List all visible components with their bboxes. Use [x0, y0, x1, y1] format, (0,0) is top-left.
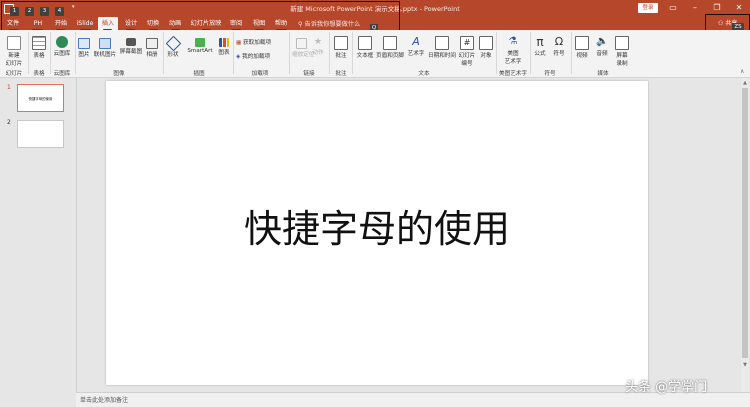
group-label-tables: 表格 — [33, 71, 45, 77]
watermark: 头条 @学掌门 — [625, 380, 708, 395]
group-separator — [496, 32, 497, 74]
meitu-icon: ⚗ — [508, 36, 518, 47]
ribbon-display-icon[interactable]: ▭ — [662, 0, 684, 17]
object-icon — [479, 36, 493, 50]
picture-icon — [78, 38, 90, 49]
header-footer-button[interactable]: 页眉和页脚 — [375, 36, 405, 59]
meitu-wordart-button[interactable]: ⚗ 美图 艺术字 — [500, 36, 526, 65]
chart-icon — [219, 38, 229, 47]
zoom-button[interactable]: 缩放定位 — [292, 38, 314, 58]
store-icon: ▦ — [236, 40, 242, 46]
new-slide-button[interactable]: 新建 幻灯片 — [3, 36, 25, 67]
hash-icon: # — [460, 36, 474, 50]
comment-button[interactable]: 批注 — [332, 36, 350, 59]
group-separator — [352, 32, 353, 74]
group-label-text: 文本 — [418, 71, 430, 77]
collapse-ribbon-icon[interactable]: ∧ — [740, 68, 744, 75]
login-button[interactable]: 登录 — [638, 3, 658, 13]
group-label-images: 图像 — [113, 71, 125, 77]
group-label-addins: 加载项 — [251, 71, 269, 77]
group-separator — [571, 32, 572, 74]
cloud-gallery-button[interactable]: 云图库 — [51, 36, 73, 57]
smartart-button[interactable]: SmartArt — [186, 38, 214, 54]
slide-number-button[interactable]: # 幻灯片 编号 — [456, 36, 478, 67]
slide-number: 1 — [7, 84, 11, 91]
pi-icon: π — [536, 35, 544, 49]
header-footer-icon — [383, 36, 397, 50]
group-label-meitu: 美图艺术字 — [499, 71, 527, 77]
group-separator — [233, 32, 234, 74]
calendar-icon — [435, 36, 449, 50]
text-box-icon — [358, 36, 372, 50]
object-button[interactable]: 对象 — [478, 36, 494, 59]
online-pictures-button[interactable]: 联机图片 — [93, 38, 117, 58]
group-separator — [28, 32, 29, 74]
scrollbar-thumb[interactable] — [742, 88, 748, 358]
symbol-button[interactable]: Ω 符号 — [551, 35, 567, 58]
photo-album-button[interactable]: 相册 — [145, 38, 159, 58]
album-icon — [146, 38, 158, 49]
speaker-icon: 🔈 — [596, 36, 609, 47]
star-icon: ★ — [313, 37, 323, 47]
table-icon — [32, 36, 46, 50]
wordart-button[interactable]: A 艺术字 — [406, 35, 426, 58]
scroll-up-icon[interactable]: ▲ — [742, 80, 748, 86]
smartart-icon — [195, 38, 205, 47]
scroll-down-icon[interactable]: ▼ — [742, 362, 748, 368]
group-separator — [530, 32, 531, 74]
get-addins-button[interactable]: ▦ 获取加载项 — [236, 38, 280, 46]
shapes-icon — [165, 35, 181, 52]
notes-placeholder[interactable]: 单击此处添加备注 — [80, 395, 128, 404]
group-label-symbols: 符号 — [544, 71, 556, 77]
omega-icon: Ω — [554, 35, 564, 48]
group-label-slides: 幻灯片 — [5, 71, 23, 77]
table-button[interactable]: 表格 — [30, 36, 48, 59]
slide-title-text[interactable]: 快捷字母的使用 — [106, 198, 648, 253]
slide-thumbnail[interactable]: 快捷字母的使用 — [17, 84, 64, 112]
addin-icon: ◈ — [236, 54, 241, 60]
slide-number: 2 — [7, 119, 11, 126]
screenshot-button[interactable]: 屏幕截图 — [118, 38, 144, 55]
action-button[interactable]: ★ 动作 — [311, 37, 325, 57]
screen-record-icon — [615, 36, 629, 50]
text-box-button[interactable]: 文本框 — [354, 36, 376, 59]
new-slide-icon — [7, 36, 21, 50]
chart-button[interactable]: 图表 — [217, 38, 231, 56]
thumbnail-text: 快捷字母的使用 — [28, 97, 53, 101]
group-separator — [163, 32, 164, 74]
zoom-icon — [295, 38, 307, 49]
comment-icon — [334, 36, 348, 50]
pictures-button[interactable]: 图片 — [77, 38, 91, 58]
cloud-icon — [56, 36, 68, 48]
screen-recording-button[interactable]: 屏幕 录制 — [614, 36, 630, 67]
group-label-comments: 批注 — [335, 71, 347, 77]
video-button[interactable]: 视频 — [574, 36, 590, 59]
equation-button[interactable]: π 公式 — [532, 36, 548, 57]
date-time-button[interactable]: 日期和时间 — [427, 36, 457, 59]
shapes-button[interactable]: 形状 — [165, 35, 181, 58]
wordart-icon: A — [412, 35, 420, 48]
minimize-icon[interactable]: – — [684, 0, 706, 17]
audio-button[interactable]: 🔈 音频 — [594, 36, 610, 57]
video-icon — [575, 36, 589, 50]
group-label-media: 媒体 — [597, 71, 609, 77]
online-picture-icon — [99, 38, 111, 49]
my-addins-button[interactable]: ◈ 我的加载项 — [236, 52, 282, 60]
camera-icon — [126, 38, 136, 46]
group-label-links: 链接 — [303, 71, 315, 77]
group-separator — [289, 32, 290, 74]
group-separator — [75, 32, 76, 74]
group-label-illustrations: 插图 — [193, 71, 205, 77]
group-label-cloud: 云图库 — [53, 71, 71, 77]
slide-thumbnail[interactable] — [17, 120, 64, 148]
group-separator — [329, 32, 330, 74]
